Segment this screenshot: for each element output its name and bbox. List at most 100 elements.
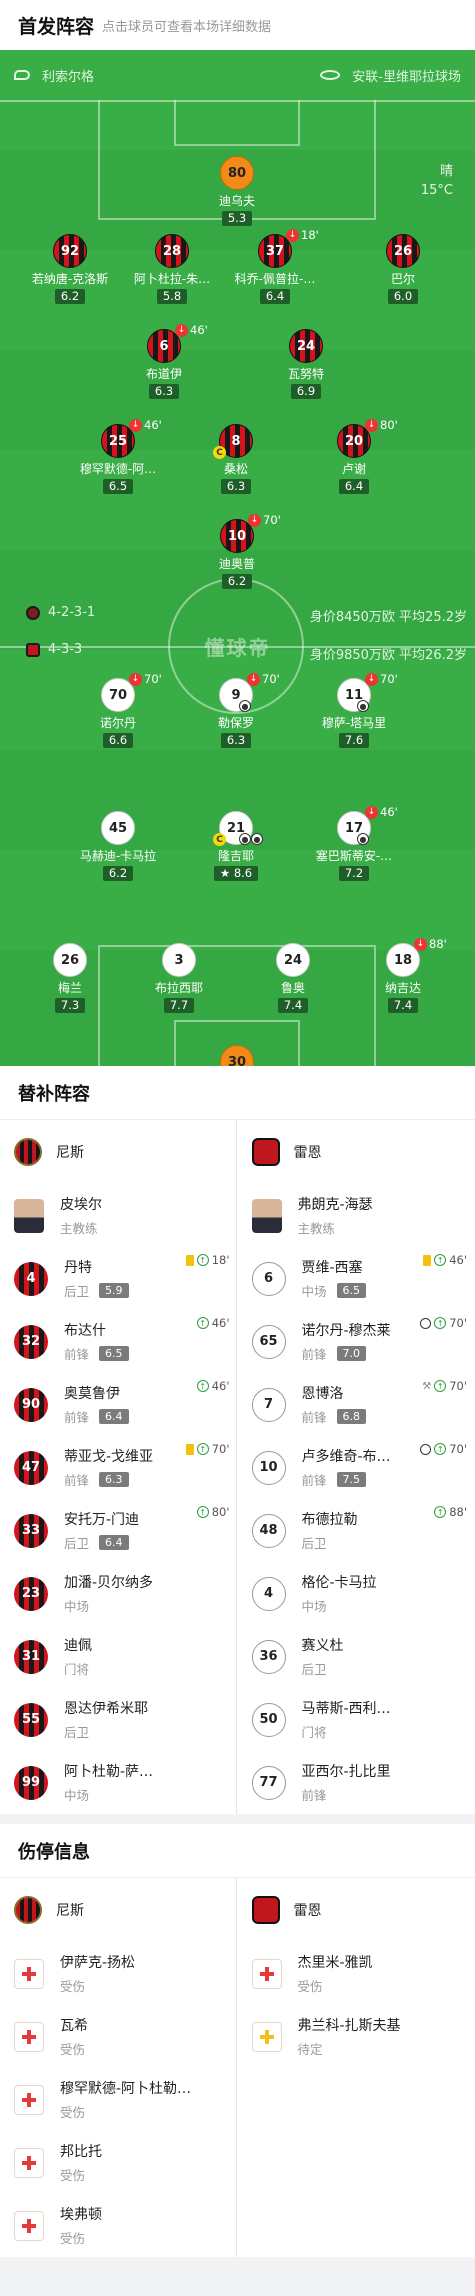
away-coach-row[interactable]: 弗朗克-海瑟 主教练 [238,1184,475,1247]
sub-player-row[interactable]: 6 贾维-西塞 中场 6.5 ↑ 46' [238,1247,475,1310]
player-rating-value: 5.3 [227,211,247,225]
whistle-icon [14,70,30,80]
sub-player-row[interactable]: 31 迪佩 门将 [0,1625,238,1688]
sub-player-row[interactable]: 33 安托万-门迪 后卫 6.4 ↑ 80' [0,1499,238,1562]
medical-kit-icon [251,2021,282,2052]
player-kit: 24 [289,329,323,363]
sub-minute: 70' [449,1379,467,1393]
away-team-row[interactable]: 雷恩 [238,1120,475,1184]
player-rating-value: 6.2 [60,289,80,303]
player-rating: 6.3 [148,384,180,399]
player-rating-value: 6.9 [296,384,316,398]
home-coach-role: 主教练 [60,1221,98,1236]
captain-badge: C [213,446,226,459]
player-name: 勒保罗 [217,716,254,729]
sub-player-row[interactable]: 48 布德拉勒 后卫 ↑ 88' [238,1499,475,1562]
sub-player-info: 格伦-卡马拉 中场 [302,1572,377,1615]
player-number: 77 [251,1765,286,1800]
player-rating-value: 6.2 [108,866,128,880]
home-coach-row[interactable]: 皮埃尔 主教练 [0,1184,238,1247]
sub-player-row[interactable]: 4 丹特 后卫 5.9 ↑ 18' [0,1247,238,1310]
sub-player-row[interactable]: 99 阿卜杜勒-萨… 中场 [0,1751,238,1814]
injury-row[interactable]: 弗兰科-扎斯夫基 待定 [238,2005,475,2068]
injury-row[interactable]: 杰里米-雅凯 受伤 [238,1942,475,2005]
medical-kit-icon [14,2210,44,2241]
sub-player-row[interactable]: 90 奥莫鲁伊 前锋 6.4 ↑ 46' [0,1373,238,1436]
player-home[interactable]: 20 ↓ 80' 卢谢 6.4 [302,418,406,494]
sub-player-row[interactable]: 4 格伦-卡马拉 中场 [238,1562,475,1625]
cross-icon [22,2092,36,2107]
sub-player-row[interactable]: 36 赛义杜 后卫 [238,1625,475,1688]
match-info-bar: 利索尔格 安联-里维耶拉球场 [0,50,475,100]
player-number: 10 [251,1450,286,1485]
player-home[interactable]: 6 ↓ 46' 布道伊 6.3 [112,323,216,399]
player-away[interactable]: 45 马赫迪-卡马拉 6.2 [66,811,170,881]
player-number: 80 [220,156,254,190]
player-kit: 18 ↓ 88' [386,937,447,977]
player-away[interactable]: 3 布拉西耶 7.7 [127,943,231,1013]
nice-logo-icon [14,1896,42,1924]
sub-player-row[interactable]: 23 加潘-贝尔纳多 中场 [0,1562,238,1625]
player-home[interactable]: 26 巴尔 6.0 [351,234,455,304]
position-label: 前锋 [64,1347,90,1362]
substitution-indicator: ↓ 70' [365,672,398,686]
player-kit: 8C [213,424,253,459]
player-away[interactable]: 30布莱斯-桑巴7.3 [185,1045,289,1066]
position-label: 前锋 [301,1410,327,1425]
star-icon: ★ [219,866,234,880]
player-away[interactable]: 17 ↓ 46' ● 塞巴斯蒂安-… 7.2 [302,805,406,881]
player-kit: 21 C ● ● [213,811,263,846]
player-home[interactable]: 37 ↓ 18' 科乔-佩普拉-… 6.4 [223,228,327,304]
player-home[interactable]: 8 C 桑松 6.3 [184,424,288,494]
player-away[interactable]: 21 C ● ● 隆吉耶 ★ 8.6 [184,811,288,881]
player-away[interactable]: 24 鲁奥 7.4 [241,943,345,1013]
sub-player-row[interactable]: 55 恩达伊希米耶 后卫 [0,1688,238,1751]
rennes-logo-icon [251,1896,280,1924]
sub-player-row[interactable]: 77 亚西尔-扎比里 前锋 [238,1751,475,1814]
sub-player-row[interactable]: 7 恩博洛 前锋 6.8 ⚒ ↑ 70' [238,1373,475,1436]
sub-minute: 70' [449,1442,467,1456]
injury-row[interactable]: 邦比托 受伤 [0,2131,238,2194]
player-rating: 6.4 [99,1409,129,1424]
substitution-indicator: ↓ 70' [248,513,281,527]
injury-row[interactable]: 埃弗顿 受伤 [0,2194,238,2257]
player-home[interactable]: 80 迪乌夫 5.3 [185,156,289,226]
player-number: 36 [251,1639,286,1674]
sub-player-row[interactable]: 10 卢多维奇-布… 前锋 7.5 ↑ 70' [238,1436,475,1499]
injury-info: 邦比托 受伤 [60,2141,102,2184]
cross-icon [22,2155,36,2170]
player-away[interactable]: 70 ↓ 70' 诺尔丹 6.6 [66,672,170,748]
injury-row[interactable]: 瓦希 受伤 [0,2005,238,2068]
player-away[interactable]: 26 梅兰 7.3 [18,943,122,1013]
sub-player-info: 恩博洛 前锋 6.8 [302,1383,367,1426]
sub-minute: 18' [211,1253,230,1267]
home-team-row[interactable]: 尼斯 [0,1120,238,1184]
sub-player-row[interactable]: 50 马蒂斯-西利… 门将 [238,1688,475,1751]
home-team-row[interactable]: 尼斯 [0,1878,238,1942]
player-home[interactable]: 92 若纳唐-克洛斯 6.2 [18,234,122,304]
injury-row[interactable]: 穆罕默德-阿卜杜勒… 受伤 [0,2068,238,2131]
substitution-indicator: ↓ 88' [414,937,447,951]
player-name: 邦比托 [60,2144,102,2160]
player-rating-value: 7.6 [344,733,364,747]
player-home[interactable]: 10 ↓ 70' 迪奥普 6.2 [185,513,289,589]
player-away[interactable]: 9 ↓ 70' ● 勒保罗 6.3 [184,672,288,748]
player-name: 隆吉耶 [217,849,254,862]
player-home[interactable]: 28 阿卜杜拉-朱… 5.8 [120,234,224,304]
player-away[interactable]: 11 ↓ 70' ● 穆萨-塔马里 7.6 [302,672,406,748]
player-home[interactable]: 24 瓦努特 6.9 [254,329,358,399]
player-away[interactable]: 18 ↓ 88' 纳吉达 7.4 [351,937,455,1013]
player-number: 3 [162,943,196,977]
player-number: 45 [101,811,135,845]
away-team-row[interactable]: 雷恩 [238,1878,475,1942]
sub-player-row[interactable]: 32 布达什 前锋 6.5 ↑ 46' [0,1310,238,1373]
player-rating: 5.9 [99,1283,129,1298]
player-position: 中场 [302,1596,377,1615]
medical-kit-icon [14,2021,44,2052]
coach-photo [14,1198,44,1233]
sub-player-row[interactable]: 47 蒂亚戈-戈维亚 前锋 6.3 ↑ 70' [0,1436,238,1499]
injury-row[interactable]: 伊萨克-扬松 受伤 [0,1942,238,2005]
player-kit: 28 [155,234,189,268]
sub-player-row[interactable]: 65 诺尔丹-穆杰莱 前锋 7.0 ↑ 70' [238,1310,475,1373]
player-home[interactable]: 25 ↓ 46' 穆罕默德-阿… 6.5 [66,418,170,494]
